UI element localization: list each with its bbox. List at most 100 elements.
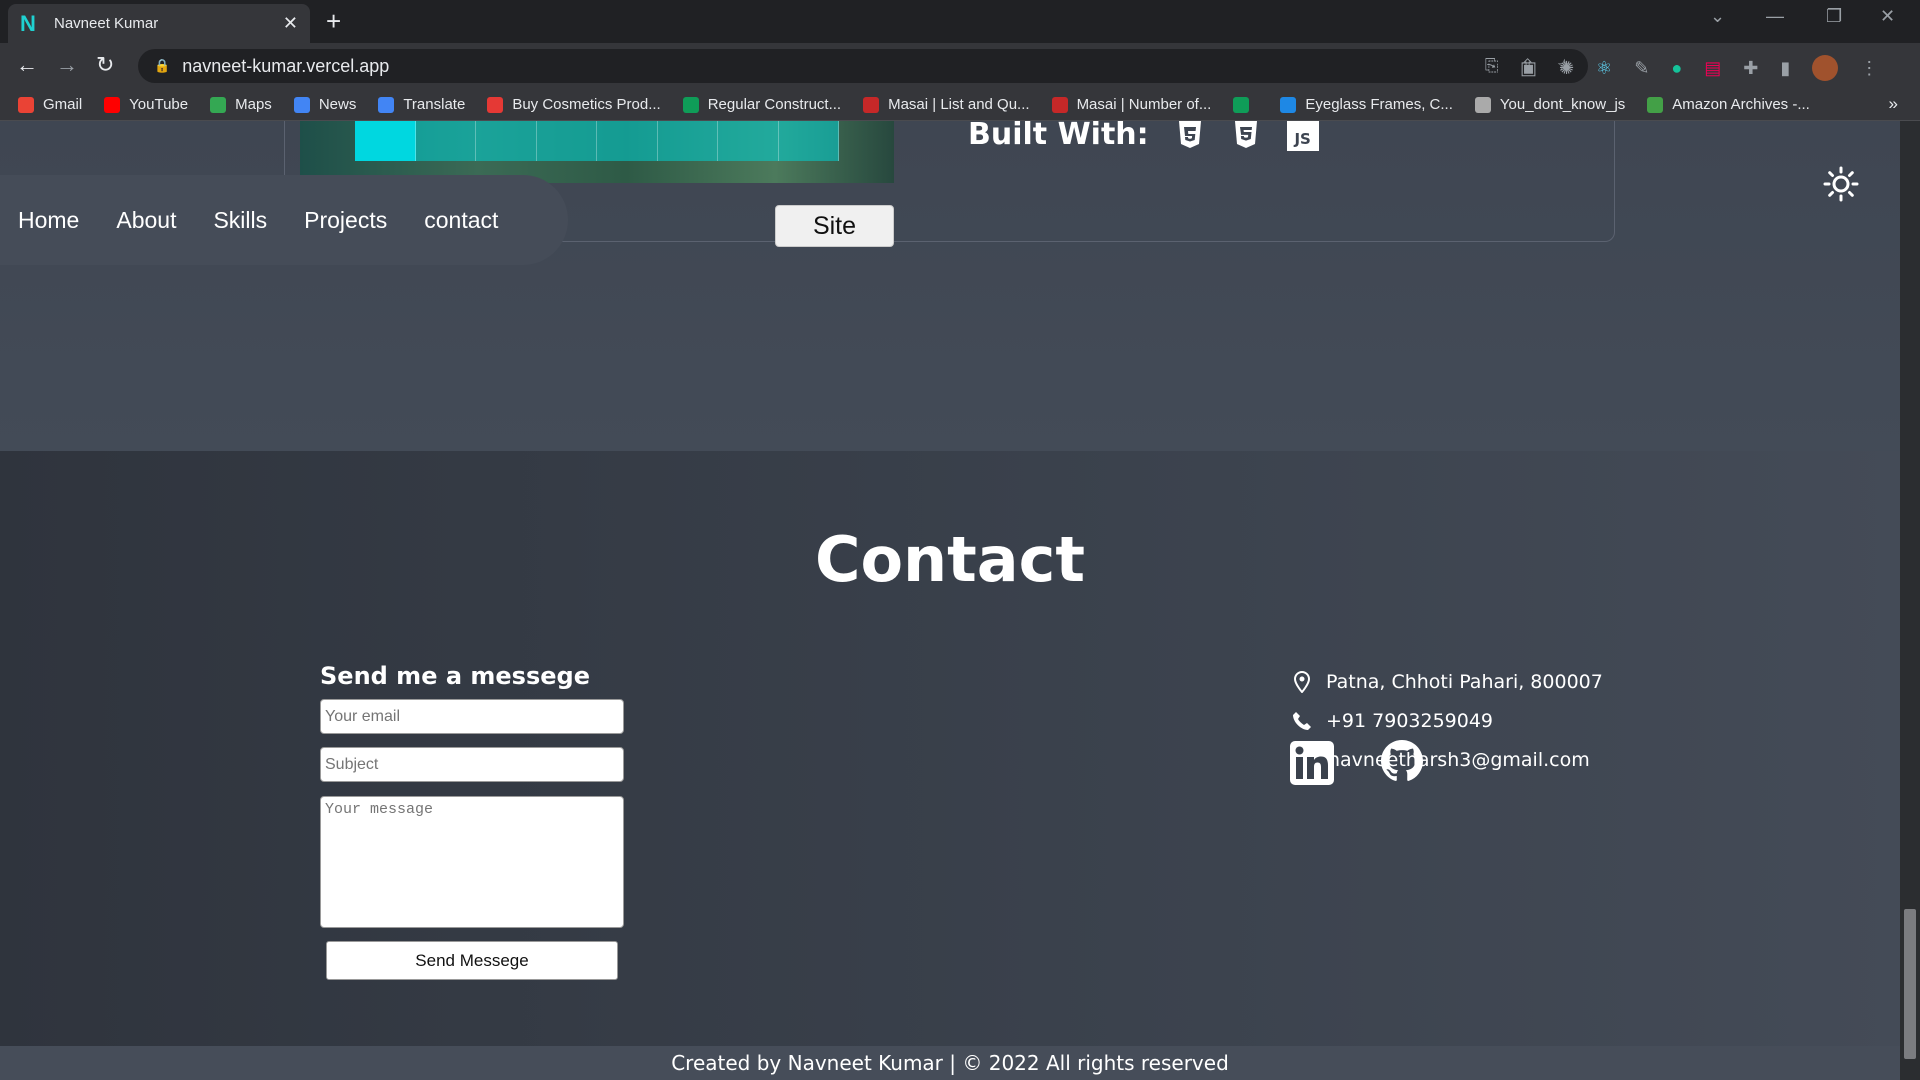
bookmark-item[interactable]: Amazon Archives -...	[1647, 96, 1810, 113]
weather-cell	[778, 121, 839, 161]
nav-projects[interactable]: Projects	[304, 207, 387, 234]
bookmark-item[interactable]: YouTube	[104, 96, 188, 113]
page-scrollbar[interactable]	[1900, 121, 1920, 1080]
linkedin-icon[interactable]	[1290, 741, 1334, 785]
bookmark-favicon-icon	[104, 96, 121, 113]
bookmark-item[interactable]: Masai | Number of...	[1051, 96, 1212, 113]
bookmark-favicon-icon	[487, 96, 504, 113]
bookmark-item[interactable]: Regular Construct...	[682, 96, 842, 113]
theme-toggle-sun-icon[interactable]	[1823, 166, 1859, 202]
back-icon[interactable]: ←	[16, 52, 38, 78]
address-text: Patna, Chhoti Pahari, 800007	[1326, 671, 1603, 693]
bookmark-favicon-icon	[1647, 96, 1664, 113]
tab-search-icon[interactable]: ⌄	[1710, 6, 1725, 27]
new-tab-icon[interactable]: +	[326, 6, 341, 37]
weather-strip	[355, 121, 839, 161]
bookmark-item[interactable]: Translate	[378, 96, 465, 113]
bookmark-label: YouTube	[129, 96, 189, 113]
built-with: Built With: JS	[968, 121, 1319, 152]
extension-icon[interactable]: ▣	[1520, 58, 1537, 79]
close-window-icon[interactable]: ✕	[1880, 6, 1895, 27]
reload-icon[interactable]: ↻	[96, 52, 114, 78]
css3-icon	[1231, 121, 1261, 150]
bookmark-favicon-icon	[378, 96, 395, 113]
address-row: Patna, Chhoti Pahari, 800007	[1292, 671, 1603, 693]
bookmark-item[interactable]: Masai | List and Qu...	[863, 96, 1030, 113]
react-devtools-icon[interactable]: ⚛	[1596, 58, 1612, 79]
side-panel-icon[interactable]: ▮	[1780, 58, 1790, 79]
extension-pen-icon[interactable]: ✎	[1634, 58, 1649, 79]
location-pin-icon	[1293, 671, 1311, 693]
bookmarks-overflow-icon[interactable]: »	[1889, 94, 1898, 114]
bookmark-label: Masai | Number of...	[1076, 96, 1212, 113]
lock-icon: 🔒	[154, 58, 171, 73]
email-text: navneetharsh3@gmail.com	[1328, 749, 1590, 771]
bookmark-label: Regular Construct...	[707, 96, 842, 113]
bookmark-favicon-icon	[1474, 96, 1491, 113]
nav-skills[interactable]: Skills	[213, 207, 267, 234]
bookmark-label: Translate	[403, 96, 466, 113]
bookmark-favicon-icon	[18, 96, 34, 113]
github-icon[interactable]	[1381, 740, 1423, 782]
weather-cell	[415, 121, 476, 161]
restore-icon[interactable]: ❐	[1826, 6, 1842, 27]
weather-cell	[355, 121, 416, 161]
bookmark-item[interactable]: Maps	[210, 96, 272, 113]
browser-tab[interactable]: N Navneet Kumar ✕	[8, 4, 310, 43]
bookmark-item[interactable]: Gmail	[18, 96, 82, 113]
bookmark-item[interactable]: Buy Cosmetics Prod...	[487, 96, 661, 113]
bookmark-label: Amazon Archives -...	[1672, 96, 1810, 113]
menu-kebab-icon[interactable]: ⋮	[1860, 58, 1878, 79]
form-heading: Send me a messege	[320, 662, 590, 690]
project-screenshot	[300, 121, 894, 183]
subject-field[interactable]	[320, 747, 624, 782]
forward-icon[interactable]: →	[56, 52, 78, 78]
bookmark-favicon-icon	[1233, 96, 1250, 113]
weather-cell	[476, 121, 537, 161]
send-message-button[interactable]: Send Messege	[326, 941, 618, 980]
extension-bug-icon[interactable]: ✺	[1559, 58, 1574, 79]
email-field[interactable]	[320, 699, 624, 734]
site-favicon: N	[20, 10, 36, 36]
weather-cell	[657, 121, 718, 161]
page-viewport: Built With: JS Site Home About Skills Pr…	[0, 121, 1900, 1080]
nav-home[interactable]: Home	[18, 207, 79, 234]
footer: Created by Navneet Kumar | © 2022 All ri…	[0, 1046, 1900, 1080]
browser-toolbar: ← → ↻ 🔒 navneet-kumar.vercel.app ⎘ ⇪ ☆ ▣…	[0, 43, 1920, 89]
bookmarks-bar: Gmail YouTube Maps News Translate Buy Cosmeti…	[0, 89, 1920, 121]
bookmark-item[interactable]: News	[293, 96, 357, 113]
extension-card-icon[interactable]: ▤	[1704, 58, 1721, 79]
contact-title: Contact	[814, 523, 1086, 596]
address-bar[interactable]: 🔒 navneet-kumar.vercel.app ⎘ ⇪ ☆	[138, 49, 1588, 83]
bookmark-favicon-icon	[863, 96, 880, 113]
grammarly-icon[interactable]: ●	[1671, 58, 1682, 79]
bookmark-label: Masai | List and Qu...	[888, 96, 1030, 113]
nav-about[interactable]: About	[116, 207, 176, 234]
js-icon: JS	[1286, 121, 1319, 151]
extensions-area: ▣ ✺ ⚛ ✎ ● ▤ ✚ ▮ ⋮	[1520, 55, 1878, 81]
bookmark-favicon-icon	[1051, 96, 1068, 113]
bookmark-item[interactable]	[1233, 96, 1258, 113]
minimize-icon[interactable]: —	[1766, 6, 1784, 27]
extensions-puzzle-icon[interactable]: ✚	[1743, 58, 1758, 79]
bookmark-label: Maps	[235, 96, 272, 113]
bookmark-favicon-icon	[1280, 96, 1297, 113]
phone-row: +91 7903259049	[1292, 710, 1493, 732]
email-row: navneetharsh3@gmail.com	[1292, 749, 1590, 771]
close-tab-icon[interactable]: ✕	[283, 13, 298, 34]
profile-avatar[interactable]	[1812, 55, 1839, 81]
nav-contact[interactable]: contact	[424, 207, 498, 234]
bookmark-label: News	[318, 96, 357, 113]
bookmark-label: You_dont_know_js	[1499, 96, 1626, 113]
bookmark-favicon-icon	[210, 96, 227, 113]
message-field[interactable]	[320, 796, 624, 928]
weather-cell	[597, 121, 658, 161]
phone-text: +91 7903259049	[1326, 710, 1494, 732]
site-button[interactable]: Site	[775, 205, 894, 247]
translate-icon[interactable]: ⎘	[1485, 56, 1499, 76]
scrollbar-thumb[interactable]	[1904, 909, 1916, 1059]
bookmark-item[interactable]: You_dont_know_js	[1474, 96, 1626, 113]
navbar: Home About Skills Projects contact	[0, 175, 568, 265]
tab-bar: N Navneet Kumar ✕ + ⌄ — ❐ ✕	[0, 0, 1920, 43]
bookmark-item[interactable]: Eyeglass Frames, C...	[1280, 96, 1453, 113]
